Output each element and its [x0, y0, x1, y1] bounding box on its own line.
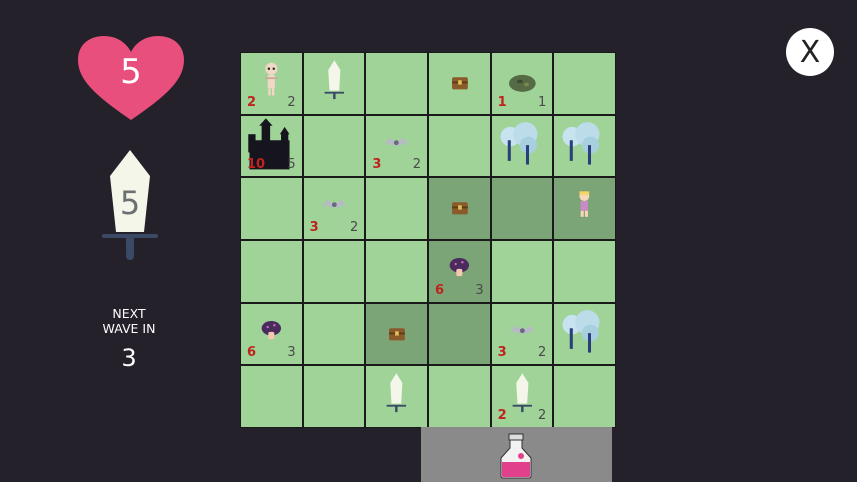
next-wave-label-line1: NEXT — [112, 306, 146, 321]
weapon-power-value: 5 — [119, 184, 141, 222]
board-cell[interactable] — [303, 53, 365, 114]
board-cell[interactable] — [554, 53, 615, 114]
health-value: 5 — [120, 52, 142, 92]
tree-icon — [562, 121, 600, 165]
board-cell[interactable] — [429, 303, 490, 365]
attack-value: 2 — [247, 94, 257, 110]
board-cell[interactable] — [303, 241, 365, 302]
attack-value: 2 — [497, 408, 507, 423]
board-cell[interactable] — [366, 53, 427, 114]
board-cell[interactable] — [554, 241, 615, 302]
board-cell[interactable] — [429, 178, 490, 239]
chest-icon — [452, 202, 468, 215]
hero-icon — [579, 191, 590, 218]
board-cell[interactable] — [554, 115, 615, 177]
health-value: 2 — [538, 345, 547, 361]
close-button[interactable]: X — [786, 28, 834, 76]
chest-icon — [452, 77, 468, 90]
next-wave-label: NEXT WAVE IN — [90, 306, 168, 336]
board-cell[interactable] — [491, 115, 553, 177]
next-wave-label-line2: WAVE IN — [102, 321, 156, 336]
board-cell[interactable] — [491, 241, 553, 302]
board-cell[interactable]: 32 — [303, 178, 365, 239]
board-cell[interactable] — [429, 366, 490, 427]
board-cell[interactable]: 63 — [241, 303, 302, 365]
board-cell[interactable]: 10 5 — [241, 115, 302, 177]
board-cell[interactable] — [429, 115, 490, 177]
attack-value: 6 — [247, 345, 257, 361]
potion-icon[interactable] — [497, 432, 535, 480]
tree-icon — [500, 121, 538, 165]
board-cell[interactable]: 32 — [366, 115, 427, 177]
sword-icon — [324, 60, 344, 100]
board-cell[interactable]: 63 — [429, 241, 490, 302]
board-cell[interactable] — [366, 241, 427, 302]
attack-value: 6 — [435, 282, 445, 298]
attack-value: 3 — [497, 345, 507, 361]
sword-icon — [386, 373, 407, 413]
board-cell[interactable]: 22 — [241, 53, 302, 114]
board-cell[interactable] — [366, 303, 427, 365]
attack-value: 3 — [372, 157, 382, 173]
tree-icon — [562, 309, 600, 353]
next-wave-count: 3 — [121, 344, 137, 372]
board-cell[interactable]: 32 — [491, 303, 553, 365]
board-cell[interactable]: 11 — [491, 53, 553, 114]
board-cell[interactable] — [429, 53, 490, 114]
board-cell[interactable] — [241, 178, 302, 239]
board-cell[interactable]: 22 — [491, 366, 553, 427]
health-value: 2 — [538, 408, 547, 423]
health-value: 2 — [412, 157, 421, 173]
health-value: 2 — [287, 94, 296, 110]
board-cell[interactable] — [554, 366, 615, 427]
board-cell[interactable] — [366, 366, 427, 427]
health-value: 3 — [287, 345, 296, 361]
attack-value: 3 — [309, 220, 319, 235]
board-cell[interactable] — [241, 241, 302, 302]
health-value: 3 — [475, 282, 484, 298]
board-cell[interactable] — [303, 366, 365, 427]
attack-value: 1 — [497, 94, 507, 110]
board-cell[interactable] — [303, 115, 365, 177]
board-cell[interactable] — [303, 303, 365, 365]
attack-value: 10 — [247, 157, 266, 173]
board-cell[interactable] — [554, 303, 615, 365]
health-value: 1 — [538, 94, 547, 110]
board-cell[interactable] — [554, 178, 615, 239]
health-value: 5 — [287, 157, 296, 173]
board-cell[interactable] — [491, 178, 553, 239]
health-value: 2 — [350, 220, 359, 235]
game-board: 2 2 1 1 10 5 3 2 3 2 6 3 6 3 3 2 2 2 — [240, 52, 616, 428]
board-cell[interactable] — [241, 366, 302, 427]
board-cell[interactable] — [366, 178, 427, 239]
chest-icon — [389, 327, 406, 341]
